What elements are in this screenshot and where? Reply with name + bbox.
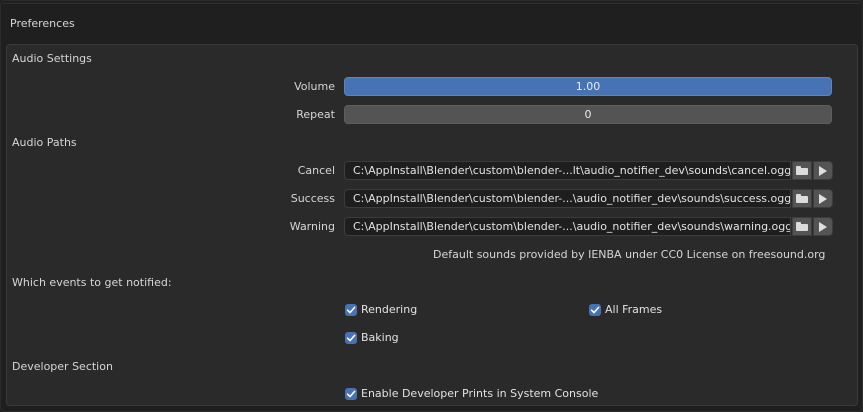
play-icon [819, 193, 827, 204]
check-icon [346, 306, 356, 313]
events-heading: Which events to get notified: [12, 276, 172, 289]
folder-icon [796, 222, 808, 231]
success-label: Success [290, 192, 335, 205]
folder-icon [796, 166, 808, 175]
play-icon [819, 221, 827, 232]
baking-checkbox[interactable] [345, 331, 357, 344]
folder-icon [796, 194, 808, 203]
check-icon [346, 334, 356, 341]
developer-prints-checkbox-row[interactable]: Enable Developer Prints in System Consol… [345, 387, 598, 400]
audio-settings-heading: Audio Settings [12, 52, 92, 65]
cancel-path-input[interactable]: C:\AppInstall\Blender\custom\blender-...… [344, 161, 791, 180]
volume-label: Volume [294, 80, 335, 93]
cancel-browse-button[interactable] [792, 161, 812, 180]
developer-heading: Developer Section [12, 360, 113, 373]
cancel-play-button[interactable] [813, 161, 833, 180]
developer-prints-label: Enable Developer Prints in System Consol… [361, 387, 599, 400]
volume-value: 1.00 [575, 80, 601, 93]
rendering-label: Rendering [361, 303, 418, 316]
baking-checkbox-row[interactable]: Baking [345, 331, 399, 344]
all-frames-checkbox[interactable] [589, 303, 601, 316]
baking-label: Baking [361, 331, 399, 344]
sounds-credit-note: Default sounds provided by IENBA under C… [433, 248, 826, 261]
repeat-label: Repeat [296, 108, 335, 121]
rendering-checkbox[interactable] [345, 303, 357, 316]
all-frames-checkbox-row[interactable]: All Frames [589, 303, 662, 316]
success-path-input[interactable]: C:\AppInstall\Blender\custom\blender-...… [344, 189, 791, 208]
warning-browse-button[interactable] [792, 217, 812, 236]
window-top-border [3, 3, 860, 4]
repeat-field[interactable]: 0 [344, 105, 832, 124]
rendering-checkbox-row[interactable]: Rendering [345, 303, 417, 316]
warning-path-input[interactable]: C:\AppInstall\Blender\custom\blender-...… [344, 217, 791, 236]
success-browse-button[interactable] [792, 189, 812, 208]
preferences-window: Preferences Audio Settings Volume 1.00 R… [0, 0, 863, 412]
repeat-value: 0 [584, 108, 592, 121]
check-icon [590, 306, 600, 313]
audio-paths-heading: Audio Paths [12, 136, 77, 149]
warning-label: Warning [289, 220, 335, 233]
play-icon [819, 165, 827, 176]
warning-play-button[interactable] [813, 217, 833, 236]
cancel-label: Cancel [297, 164, 335, 177]
developer-prints-checkbox[interactable] [345, 387, 357, 400]
all-frames-label: All Frames [605, 303, 663, 316]
success-play-button[interactable] [813, 189, 833, 208]
volume-slider[interactable]: 1.00 [344, 77, 832, 96]
check-icon [346, 390, 356, 397]
page-title: Preferences [10, 17, 75, 30]
